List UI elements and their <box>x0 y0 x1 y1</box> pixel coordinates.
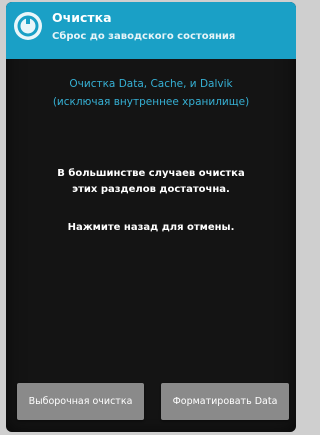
header-bar: Очистка Сброс до заводского состояния <box>6 2 296 59</box>
twrp-logo-icon <box>14 12 42 40</box>
page-subtitle: Сброс до заводского состояния <box>52 31 236 42</box>
wipe-info-line-1: Очистка Data, Cache, и Dalvik <box>69 78 233 90</box>
format-data-label: Форматировать Data <box>172 396 278 407</box>
advanced-wipe-label: Выборочная очистка <box>28 396 133 407</box>
message-line-3: Нажмите назад для отмены. <box>67 222 235 233</box>
wipe-info-line-2: (исключая внутреннее хранилище) <box>52 96 250 108</box>
page-title: Очистка <box>52 10 112 25</box>
message-line-1: В большинстве случаев очистка <box>57 168 245 179</box>
screen: Очистка Сброс до заводского состояния Оч… <box>6 2 296 432</box>
advanced-wipe-button[interactable]: Выборочная очистка <box>17 383 144 420</box>
message-line-2: этих разделов достаточна. <box>72 184 230 195</box>
format-data-button[interactable]: Форматировать Data <box>161 383 289 420</box>
